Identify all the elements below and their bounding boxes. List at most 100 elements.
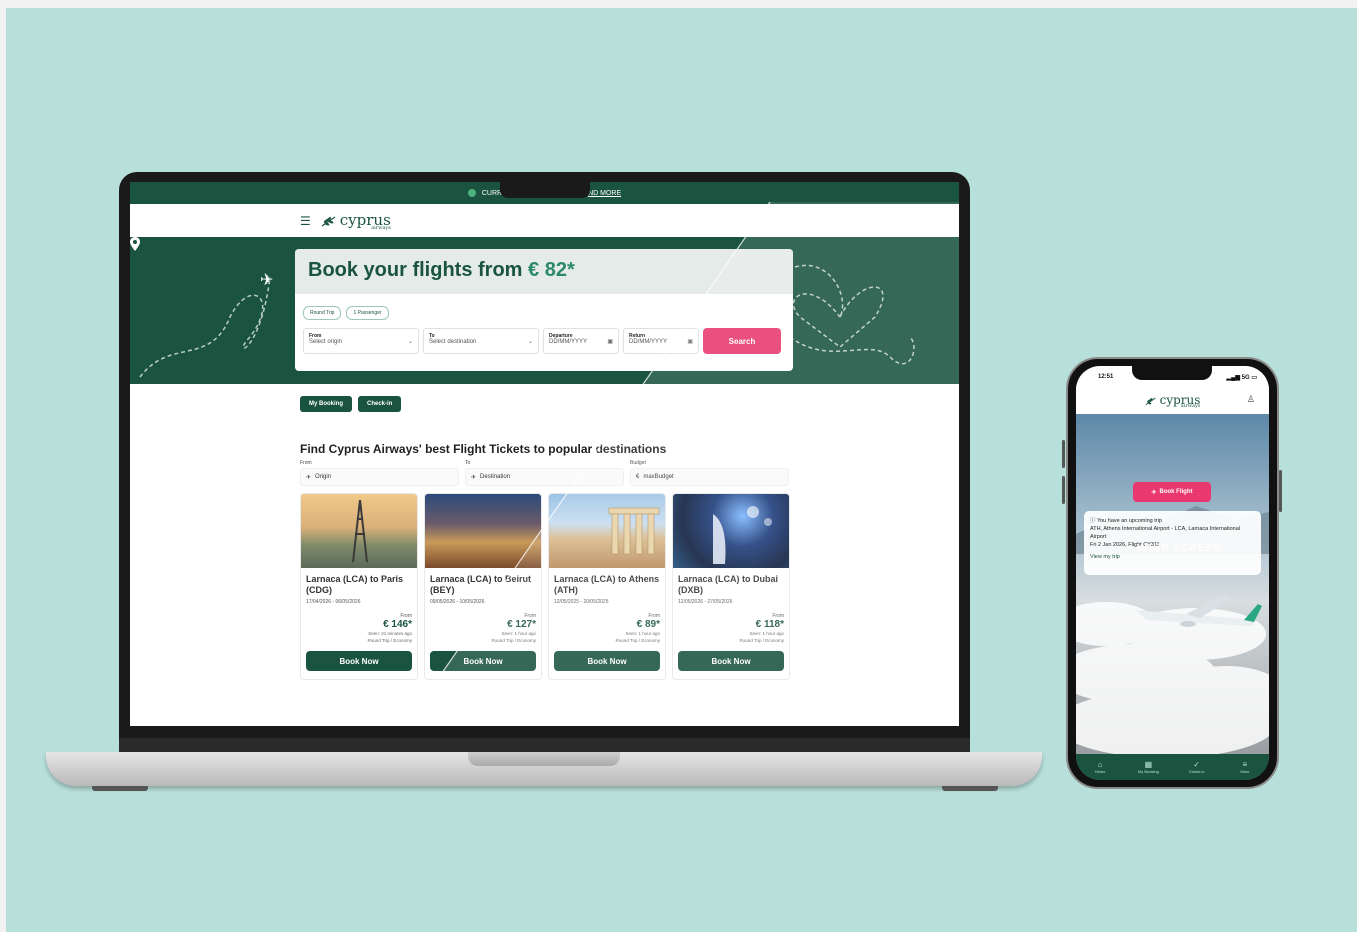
app-logo: cyprus airways <box>1145 393 1200 409</box>
screen-watermark: YOUR SCREEN <box>1136 543 1221 554</box>
svg-text:✈: ✈ <box>260 270 273 289</box>
destination-card-dubai[interactable]: Larnaca (LCA) to Dubai (DXB) 12/05/2026 … <box>672 493 790 680</box>
book-now-button[interactable]: Book Now <box>554 651 660 671</box>
book-now-button[interactable]: Book Now <box>430 651 536 671</box>
card-dates: 12/05/2025 - 20/05/2025 <box>554 599 609 605</box>
booking-hero: ✈ Book your flights from € 82* Round Tri… <box>130 237 959 384</box>
cyprus-airways-logo[interactable]: cyprus airways <box>321 211 391 231</box>
departure-value: DD/MM/YYYY <box>549 339 588 345</box>
chevron-down-icon: ⌄ <box>527 339 533 345</box>
parthenon-icon <box>608 507 660 555</box>
burj-al-arab-icon <box>713 506 772 564</box>
card-price: € 118* <box>755 619 784 630</box>
sky-clouds-background <box>1076 414 1269 754</box>
hero-title-text: Book your flights from <box>308 259 523 281</box>
destination-card-paris[interactable]: Larnaca (LCA) to Paris (CDG) 17/04/2026 … <box>300 493 418 680</box>
my-booking-button[interactable]: My Booking <box>300 396 352 412</box>
signal-icon: ▂▄▆ <box>1226 374 1240 381</box>
tab-check-in-label: Check-in <box>1188 769 1205 774</box>
plane-landing-icon: ✈ <box>471 474 477 481</box>
app-header: cyprus airways ♙ <box>1076 388 1269 414</box>
departure-field[interactable]: Departure DD/MM/YYYY ▣ <box>543 328 619 354</box>
calendar-icon: ▦ <box>1144 760 1153 769</box>
destination-input-value: Destination <box>480 474 511 480</box>
card-price: € 146* <box>383 619 412 630</box>
card-trip-type: Round Trip / Economy <box>367 638 412 643</box>
trip-headline-row: ⓘ You have an upcoming trip <box>1090 517 1255 525</box>
destination-filter: To ✈ Destination <box>465 460 624 486</box>
budget-input[interactable]: € maxBudget <box>630 468 789 486</box>
budget-filter: Budget € maxBudget <box>630 460 789 486</box>
home-icon: ⌂ <box>1097 760 1103 769</box>
book-flight-label: Book Flight <box>1159 489 1193 495</box>
passengers-select[interactable]: 1 Passenger <box>346 306 389 320</box>
book-flight-button[interactable]: ✈ Book Flight <box>1133 482 1211 502</box>
tab-home-label: Home <box>1094 769 1106 774</box>
card-from-label: From <box>648 613 660 619</box>
location-pin-icon <box>130 237 140 251</box>
laptop-hinge <box>119 738 970 752</box>
phone-volume-button <box>1062 440 1065 468</box>
origin-input[interactable]: ✈ Origin <box>300 468 459 486</box>
card-title: Larnaca (LCA) to Beirut (BEY) <box>430 574 532 595</box>
check-icon: ✓ <box>1193 760 1200 769</box>
card-trip-type: Round Trip / Economy <box>491 638 536 643</box>
card-from-label: From <box>772 613 784 619</box>
budget-input-value: maxBudget <box>643 474 674 480</box>
euro-icon: € <box>636 474 640 480</box>
laptop-camera-notch <box>500 182 590 198</box>
card-dates: 17/04/2026 - 06/05/2026 <box>306 599 361 605</box>
return-field[interactable]: Return DD/MM/YYYY ▣ <box>623 328 699 354</box>
destination-filter-label: To <box>465 460 471 466</box>
tab-my-booking[interactable]: ▦ My Booking <box>1128 760 1168 774</box>
destination-card-beirut[interactable]: Larnaca (LCA) to Beirut (BEY) 09/05/2026… <box>424 493 542 680</box>
laptop-screen: CURR ND MORE ☰ cyprus airways ✈ Book you… <box>130 182 959 726</box>
from-value: Select origin <box>309 339 343 345</box>
quick-links: My Booking Check-in <box>130 384 959 412</box>
search-button[interactable]: Search <box>703 328 781 354</box>
card-title: Larnaca (LCA) to Paris (CDG) <box>306 574 404 595</box>
book-now-button[interactable]: Book Now <box>678 651 784 671</box>
destination-card-athens[interactable]: Larnaca (LCA) to Athens (ATH) 12/05/2025… <box>548 493 666 680</box>
plane-icon: ✈ <box>1151 489 1157 496</box>
origin-input-value: Origin <box>315 474 332 480</box>
read-more-link[interactable]: ND MORE <box>588 190 621 197</box>
card-price: € 127* <box>507 619 536 630</box>
site-header: ☰ cyprus airways <box>130 204 959 237</box>
from-field[interactable]: From Select origin ⌄ <box>303 328 419 354</box>
destination-input[interactable]: ✈ Destination <box>465 468 624 486</box>
plane-takeoff-icon: ✈ <box>306 474 312 481</box>
trip-type-select[interactable]: Round Trip <box>303 306 342 320</box>
tab-check-in[interactable]: ✓ Check-in <box>1177 760 1217 774</box>
phone-dynamic-island <box>1132 366 1212 380</box>
olive-branch-icon <box>1145 397 1156 406</box>
olive-branch-icon <box>321 216 336 226</box>
status-network: 5G <box>1241 374 1250 381</box>
tab-home[interactable]: ⌂ Home <box>1080 760 1120 774</box>
view-trip-link[interactable]: View my trip <box>1090 553 1255 561</box>
book-now-button[interactable]: Book Now <box>306 651 412 671</box>
destination-filters: From ✈ Origin To ✈ Destination Budget € max… <box>130 456 959 486</box>
menu-icon: ≡ <box>1242 760 1248 769</box>
hero-title: Book your flights from € 82* <box>295 249 793 294</box>
upcoming-trip-card[interactable]: ⓘ You have an upcoming trip ATH, Athens … <box>1084 511 1261 575</box>
paris-photo <box>301 494 417 568</box>
card-dates: 09/05/2026 - 10/05/2026 <box>430 599 485 605</box>
phone-volume-button <box>1062 476 1065 504</box>
tab-more[interactable]: ≡ More <box>1225 760 1265 774</box>
laptop-foot-left <box>92 786 148 791</box>
battery-icon: ▭ <box>1251 374 1257 381</box>
info-icon: ⓘ <box>1090 518 1096 524</box>
card-seen: Seen: 1 hour ago <box>501 631 536 636</box>
check-in-button[interactable]: Check-in <box>358 396 402 412</box>
to-field[interactable]: To Select destination ⌄ <box>423 328 539 354</box>
to-value: Select destination <box>429 339 477 345</box>
menu-icon[interactable]: ☰ <box>300 214 311 228</box>
user-icon[interactable]: ♙ <box>1247 394 1255 405</box>
chevron-down-icon: ⌄ <box>407 339 413 345</box>
card-price: € 89* <box>636 619 660 630</box>
tab-more-label: More <box>1240 769 1250 774</box>
card-title: Larnaca (LCA) to Athens (ATH) <box>554 574 660 595</box>
card-trip-type: Round Trip / Economy <box>615 638 660 643</box>
card-dates: 12/05/2026 - 27/05/2026 <box>678 599 733 605</box>
